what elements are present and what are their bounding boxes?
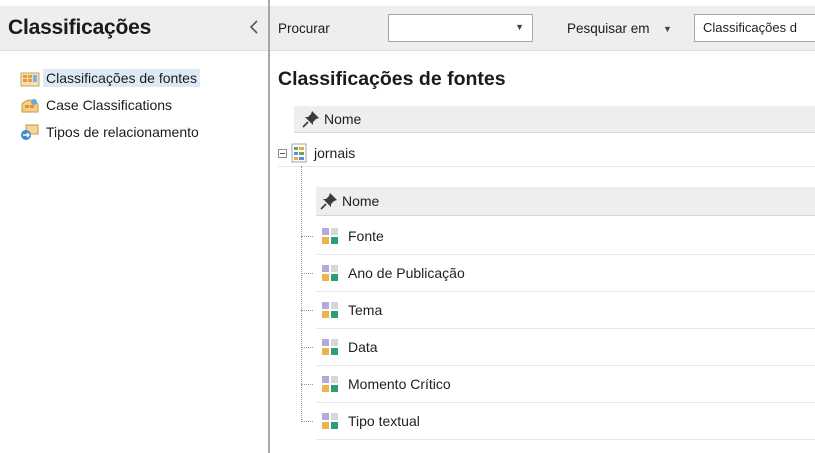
chevron-left-icon <box>249 20 258 34</box>
column-header-name[interactable]: Nome <box>324 111 361 127</box>
grid-column-header[interactable]: Nome <box>294 106 815 133</box>
attribute-name[interactable]: Momento Crítico <box>348 376 451 392</box>
attribute-icon <box>322 413 338 429</box>
sidebar-item-case-classifications[interactable]: Case Classifications <box>20 91 268 118</box>
table-row[interactable]: Ano de Publicação <box>301 255 815 292</box>
attribute-list: Fonte Ano de Publicação Tema Data Moment… <box>301 218 815 440</box>
tree-connector <box>301 384 313 385</box>
sidebar-header: Classificações <box>0 6 268 51</box>
attribute-column-header[interactable]: Nome <box>316 187 815 216</box>
sidebar: Classificações Classificações de fontes <box>0 0 268 453</box>
collapse-toggle[interactable] <box>278 148 287 158</box>
sidebar-item-label: Classificações de fontes <box>43 68 200 87</box>
table-row[interactable]: Fonte <box>301 218 815 255</box>
sidebar-item-label: Tipos de relacionamento <box>46 123 199 140</box>
page-title: Classificações de fontes <box>278 68 506 90</box>
pin-icon[interactable] <box>320 192 338 210</box>
search-input[interactable] <box>393 16 515 42</box>
search-in-dropdown-icon[interactable]: ▼ <box>663 24 672 34</box>
table-row[interactable]: jornais <box>278 140 815 167</box>
column-header-name[interactable]: Nome <box>342 193 379 209</box>
nav-list: Classificações de fontes Case Classifica… <box>0 64 268 145</box>
collapse-sidebar-button[interactable] <box>246 19 262 37</box>
dropdown-arrow-icon[interactable]: ▼ <box>515 22 524 32</box>
attribute-icon <box>322 376 338 392</box>
classification-table-icon <box>291 143 307 163</box>
search-combobox[interactable]: ▼ <box>388 14 533 42</box>
pin-icon[interactable] <box>302 110 320 128</box>
table-row[interactable]: Momento Crítico <box>301 366 815 403</box>
classification-name[interactable]: jornais <box>314 145 355 161</box>
main-pane: Procurar ▼ Pesquisar em ▼ Classificações… <box>270 0 815 453</box>
sidebar-item-relationship-types[interactable]: Tipos de relacionamento <box>20 118 268 145</box>
sidebar-item-source-classifications[interactable]: Classificações de fontes <box>20 64 268 91</box>
attribute-name[interactable]: Tipo textual <box>348 413 420 429</box>
relationship-type-icon <box>21 124 39 140</box>
search-scope-field[interactable]: Classificações d <box>694 14 815 42</box>
attribute-name[interactable]: Fonte <box>348 228 384 244</box>
tree-connector <box>301 347 313 348</box>
tree-connector <box>301 421 313 422</box>
attribute-name[interactable]: Ano de Publicação <box>348 265 465 281</box>
search-in-label: Pesquisar em <box>567 21 650 36</box>
sidebar-title: Classificações <box>8 16 152 39</box>
tree-connector <box>301 310 313 311</box>
table-row[interactable]: Data <box>301 329 815 366</box>
sidebar-item-label: Case Classifications <box>46 96 173 113</box>
tree-connector <box>301 273 313 274</box>
attribute-icon <box>322 265 338 281</box>
source-classification-icon <box>20 72 40 86</box>
attribute-icon <box>322 339 338 355</box>
case-classification-icon <box>21 98 39 112</box>
search-label: Procurar <box>278 21 330 36</box>
table-row[interactable]: Tipo textual <box>301 403 815 440</box>
attribute-icon <box>322 228 338 244</box>
attribute-icon <box>322 302 338 318</box>
find-toolbar: Procurar ▼ Pesquisar em ▼ Classificações… <box>270 6 815 51</box>
attribute-name[interactable]: Data <box>348 339 378 355</box>
table-row[interactable]: Tema <box>301 292 815 329</box>
attribute-name[interactable]: Tema <box>348 302 382 318</box>
tree-connector <box>301 236 313 237</box>
